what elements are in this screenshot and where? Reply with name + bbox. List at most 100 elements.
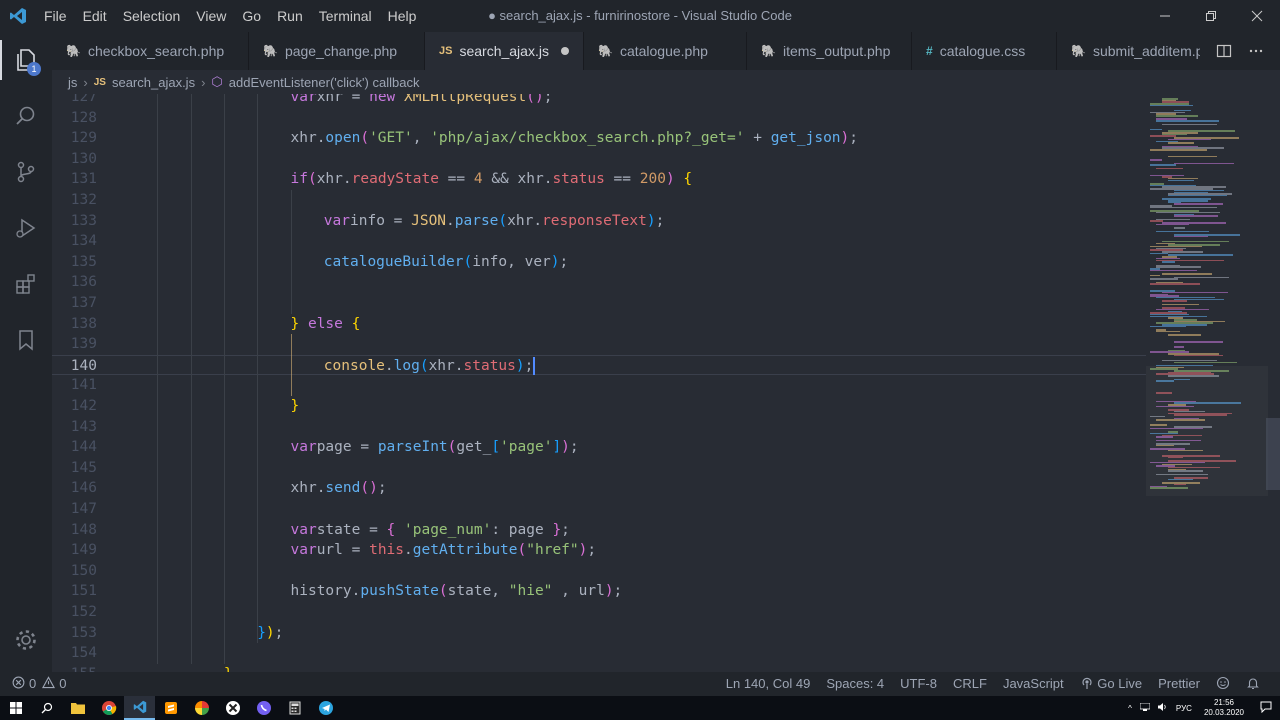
extensions-icon[interactable] [0, 256, 52, 312]
tab-label: search_ajax.js [459, 43, 549, 59]
menu-selection[interactable]: Selection [115, 0, 189, 32]
cursor-position[interactable]: Ln 140, Col 49 [718, 672, 819, 696]
code-line[interactable]: 148 varstate = { 'page_num': page }; [52, 520, 1146, 541]
code-line[interactable]: 155} [52, 664, 1146, 672]
windows-start-icon[interactable] [0, 696, 31, 720]
error-count[interactable]: 0 [25, 672, 42, 696]
telegram-icon[interactable] [310, 696, 341, 720]
minimap[interactable] [1146, 94, 1268, 672]
tray-chevron-up-icon[interactable]: ^ [1124, 704, 1136, 713]
breadcrumb-symbol[interactable]: addEventListener('click') callback [229, 75, 420, 90]
code-token: xhr. [507, 212, 543, 229]
tab-search-ajax-js[interactable]: JS search_ajax.js [425, 32, 584, 70]
feedback-icon[interactable] [1208, 672, 1238, 696]
menu-file[interactable]: File [36, 0, 75, 32]
xampp-icon[interactable] [217, 696, 248, 720]
settings-gear-icon[interactable] [0, 612, 52, 668]
code-line[interactable]: 151 history.pushState(state, "hie" , url)… [52, 581, 1146, 602]
tab-catalogue-php[interactable]: 🐘 catalogue.php [584, 32, 747, 70]
code-line[interactable]: 150 [52, 561, 1146, 582]
restore-icon[interactable] [1188, 0, 1234, 32]
tab-items-output-php[interactable]: 🐘 items_output.php [747, 32, 912, 70]
code-line[interactable]: 142} [52, 396, 1146, 417]
code-text: xhr.send(); [291, 478, 387, 499]
code-editor[interactable]: 127 varxhr = new XMLHttpRequest(); 128 129 x… [52, 94, 1280, 672]
minimize-icon[interactable] [1142, 0, 1188, 32]
tab-page-change-php[interactable]: 🐘 page_change.php [249, 32, 425, 70]
code-line[interactable]: 129 xhr.open('GET', 'php/ajax/checkbox_se… [52, 128, 1146, 149]
menu-run[interactable]: Run [269, 0, 311, 32]
code-line[interactable]: 153}); [52, 623, 1146, 644]
breadcrumb-folder[interactable]: js [68, 75, 77, 90]
bookmarks-icon[interactable] [0, 312, 52, 368]
code-line[interactable]: 137 [52, 293, 1146, 314]
code-line[interactable]: 133 varinfo = JSON.parse(xhr.responseText… [52, 211, 1146, 232]
code-line[interactable]: 128 [52, 108, 1146, 129]
menu-view[interactable]: View [188, 0, 234, 32]
notifications-bell-icon[interactable] [1238, 672, 1268, 696]
code-line[interactable]: 154 [52, 643, 1146, 664]
code-line[interactable]: 130 [52, 149, 1146, 170]
language-mode[interactable]: JavaScript [995, 672, 1072, 696]
code-line[interactable]: 134 [52, 231, 1146, 252]
tab-checkbox-search-php[interactable]: 🐘 checkbox_search.php [52, 32, 249, 70]
network-icon[interactable] [1136, 702, 1154, 713]
menu-edit[interactable]: Edit [75, 0, 115, 32]
code-line[interactable]: 140 console.log(xhr.status); [52, 354, 1146, 376]
clock[interactable]: 21:56 20.03.2020 [1196, 698, 1252, 718]
code-text: catalogueBuilder(info, ver); [324, 252, 568, 273]
code-line[interactable]: 143 [52, 417, 1146, 438]
code-line[interactable]: 149 varurl = this.getAttribute("href"); [52, 540, 1146, 561]
menu-help[interactable]: Help [380, 0, 425, 32]
code-token: var [290, 521, 317, 538]
code-line[interactable]: 132 [52, 190, 1146, 211]
code-line[interactable]: 147 [52, 499, 1146, 520]
vertical-scrollbar[interactable] [1266, 418, 1280, 490]
file-explorer-icon[interactable] [62, 696, 93, 720]
code-line[interactable]: 135 catalogueBuilder(info, ver); [52, 252, 1146, 273]
tab-catalogue-css[interactable]: # catalogue.css [912, 32, 1057, 70]
code-line[interactable]: 146 xhr.send(); [52, 478, 1146, 499]
menu-terminal[interactable]: Terminal [311, 0, 380, 32]
action-center-icon[interactable] [1252, 701, 1280, 715]
code-token: status [463, 357, 516, 374]
menu-go[interactable]: Go [234, 0, 269, 32]
viber-icon[interactable] [248, 696, 279, 720]
split-editor-icon[interactable] [1208, 32, 1240, 70]
go-live-button[interactable]: Go Live [1072, 672, 1150, 696]
calculator-icon[interactable] [279, 696, 310, 720]
chrome-icon[interactable] [93, 696, 124, 720]
close-icon[interactable] [1234, 0, 1280, 32]
code-line[interactable]: 138} else { [52, 314, 1146, 335]
code-line[interactable]: 152 [52, 602, 1146, 623]
code-line[interactable]: 144 varpage = parseInt(get_['page']); [52, 437, 1146, 458]
warning-count[interactable]: 0 [55, 672, 70, 696]
more-actions-icon[interactable] [1240, 32, 1272, 70]
breadcrumb-file[interactable]: search_ajax.js [112, 75, 195, 90]
unsaved-dot-icon[interactable] [560, 47, 569, 55]
sublime-icon[interactable] [155, 696, 186, 720]
code-line[interactable]: 127 varxhr = new XMLHttpRequest(); [52, 94, 1146, 108]
code-line[interactable]: 145 [52, 458, 1146, 479]
code-line[interactable]: 136 [52, 272, 1146, 293]
line-ending[interactable]: CRLF [945, 672, 995, 696]
code-line[interactable]: 141 [52, 375, 1146, 396]
js-file-icon: JS [93, 76, 106, 88]
source-control-icon[interactable] [0, 144, 52, 200]
code-line[interactable]: 139 [52, 334, 1146, 355]
vscode-icon[interactable] [124, 696, 155, 720]
code-token: url = [316, 542, 370, 559]
volume-icon[interactable] [1154, 703, 1172, 713]
search-icon[interactable] [0, 88, 52, 144]
run-debug-icon[interactable] [0, 200, 52, 256]
code-line[interactable]: 131 if(xhr.readyState == 4 && xhr.status … [52, 169, 1146, 190]
indentation[interactable]: Spaces: 4 [818, 672, 892, 696]
line-number: 138 [70, 315, 97, 332]
keyboard-language[interactable]: РУС [1172, 704, 1196, 713]
taskbar-search-icon[interactable] [31, 696, 62, 720]
explorer-icon[interactable]: 1 [0, 32, 52, 88]
code-token: 'page' [500, 439, 553, 456]
prettier-status[interactable]: Prettier [1150, 672, 1208, 696]
encoding[interactable]: UTF-8 [892, 672, 945, 696]
color-app-icon[interactable] [186, 696, 217, 720]
